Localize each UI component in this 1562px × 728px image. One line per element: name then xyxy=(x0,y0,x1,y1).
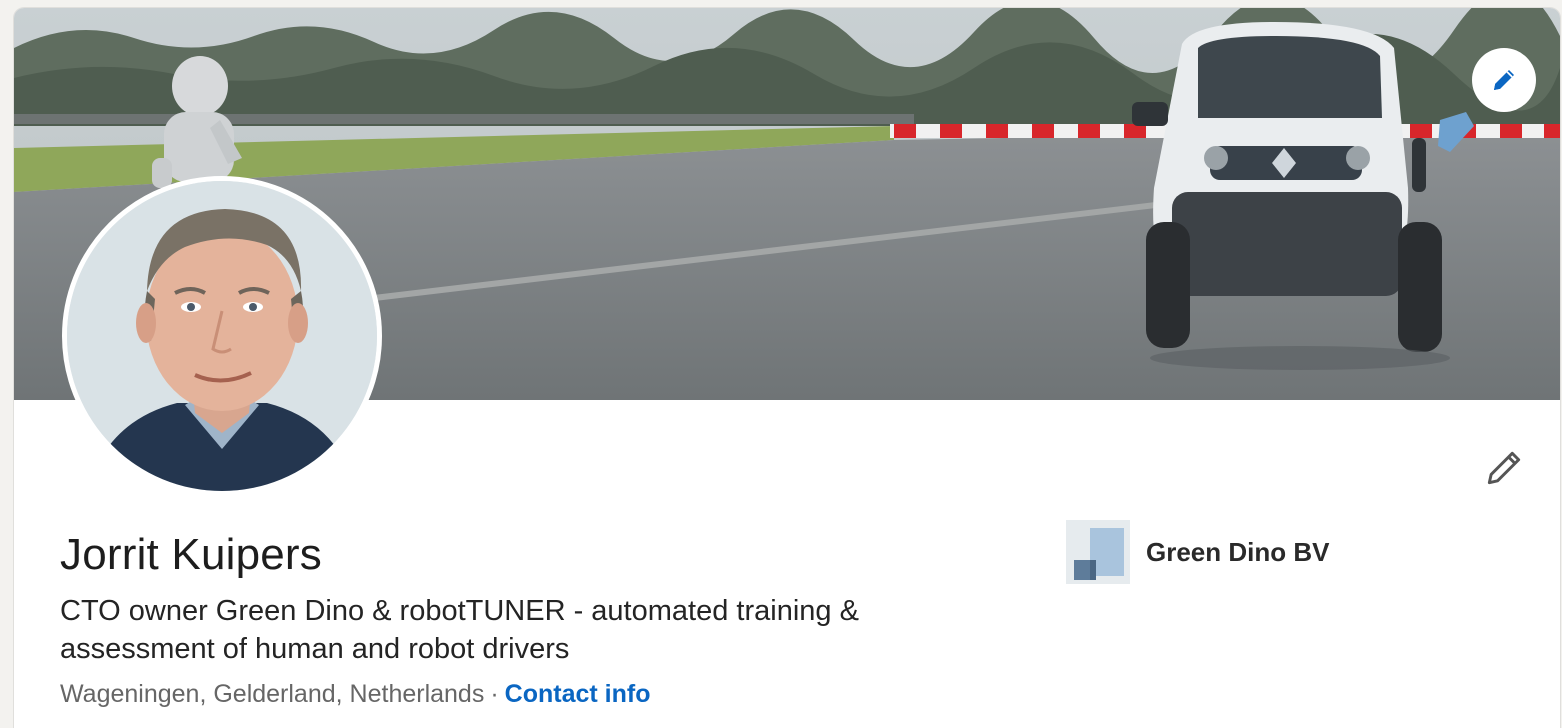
profile-location: Wageningen, Gelderland, Netherlands xyxy=(60,680,485,708)
profile-name: Jorrit Kuipers xyxy=(60,530,322,579)
profile-photo[interactable] xyxy=(62,176,382,496)
edit-banner-button[interactable] xyxy=(1472,48,1536,112)
edit-intro-button[interactable] xyxy=(1476,440,1532,496)
contact-info-link[interactable]: Contact info xyxy=(505,680,651,708)
pencil-icon xyxy=(1494,70,1514,90)
profile-card: Jorrit Kuipers CTO owner Green Dino & ro… xyxy=(14,8,1560,728)
separator-dot: · xyxy=(490,680,499,708)
company-logo xyxy=(1066,520,1130,584)
current-company[interactable]: Green Dino BV xyxy=(1066,520,1329,584)
pencil-icon xyxy=(1487,451,1521,485)
location-row: Wageningen, Gelderland, Netherlands · Cont… xyxy=(60,680,651,709)
profile-headline: CTO owner Green Dino & robotTUNER - auto… xyxy=(60,595,859,665)
company-name: Green Dino BV xyxy=(1146,536,1330,567)
